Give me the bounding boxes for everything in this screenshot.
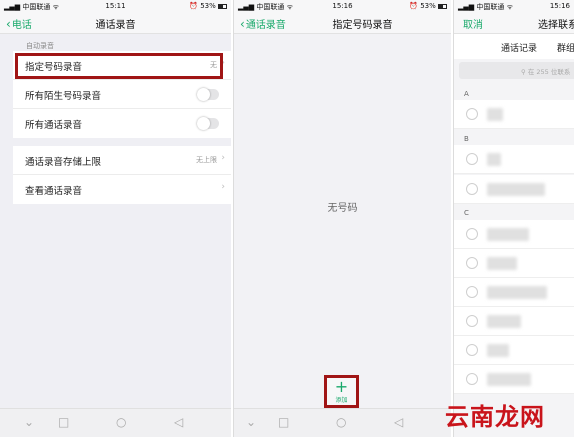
recents-square-icon[interactable]: □ [278,415,289,429]
recents-square-icon[interactable]: □ [58,415,69,429]
plus-icon: + [334,377,349,396]
blurred-contact-name [487,108,503,121]
section-letter-a: A [464,90,469,98]
list-item[interactable] [454,278,574,307]
tab-call-log[interactable]: 通话记录 [501,41,537,54]
blurred-contact-name [487,286,547,299]
chevron-right-icon: › [221,153,225,163]
blurred-contact-name [487,153,501,166]
radio-icon[interactable] [466,228,478,240]
select-contact-screen: ▂▄▆ 中国联通 ᯤ 15:16 取消 选择联系 通话记录 群组 ⚲ 在 255… [453,0,574,437]
alarm-icon: ⏰ [189,2,198,10]
status-bar: ▂▄▆ 中国联通 ᯤ 15:16 ⏰ 53% [234,0,451,12]
radio-icon[interactable] [466,344,478,356]
cancel-button[interactable]: 取消 [463,16,483,31]
specified-number-screen: ▂▄▆ 中国联通 ᯤ 15:16 ⏰ 53% ‹通话录音 指定号码录音 无号码 … [233,0,451,437]
alarm-icon: ⏰ [409,2,418,10]
all-calls-toggle[interactable] [197,117,219,130]
section-letter-c: C [464,209,469,217]
battery-percent: 53% [420,2,436,10]
page-title: 通话录音 [95,20,136,31]
list-item[interactable] [454,145,574,174]
list-item[interactable] [454,220,574,249]
chevron-right-icon: › [221,182,225,192]
radio-icon[interactable] [466,286,478,298]
row-value: 无 [210,61,217,69]
page-title: 指定号码录音 [332,20,393,31]
list-item[interactable] [454,307,574,336]
radio-icon[interactable] [466,373,478,385]
row-all-calls-recording: 所有通话录音 [13,109,231,138]
wifi-icon: ᯤ [506,3,514,11]
add-number-button[interactable]: + 添加 [324,375,359,408]
list-item[interactable] [454,175,574,204]
radio-icon[interactable] [466,153,478,165]
system-nav-bar: ⌄ □ ○ ◁ [234,408,451,437]
section-label-auto-record: 自动录音 [26,42,54,50]
status-bar: ▂▄▆ 中国联通 ᯤ 15:11 ⏰ 53% [0,0,231,12]
unknown-number-toggle[interactable] [197,88,219,101]
row-unknown-number-recording: 所有陌生号码录音 [13,80,231,109]
status-bar: ▂▄▆ 中国联通 ᯤ 15:16 [454,0,574,12]
contact-tabs: 通话记录 群组 [454,34,574,59]
row-view-recordings[interactable]: 查看通话录音 › [13,175,231,204]
blurred-contact-name [487,257,517,270]
signal-icon: ▂▄▆ [458,3,475,11]
row-specified-number-recording[interactable]: 指定号码录音 无 › [13,51,231,80]
blurred-contact-name [487,373,531,386]
blurred-contact-name [487,344,509,357]
list-item[interactable] [454,249,574,278]
home-circle-icon[interactable]: ○ [116,415,126,429]
battery-icon [438,3,447,9]
battery-icon [218,3,227,9]
row-value: 无上限 [196,156,217,164]
radio-icon[interactable] [466,257,478,269]
radio-icon[interactable] [466,315,478,327]
battery-percent: 53% [200,2,216,10]
blurred-contact-name [487,315,521,328]
nav-bar: 取消 选择联系 [454,12,574,34]
page-title: 选择联系 [538,20,574,31]
list-item[interactable] [454,365,574,394]
search-icon: ⚲ [521,68,526,76]
blurred-contact-name [487,228,529,241]
list-item[interactable] [454,100,574,129]
section-letter-b: B [464,135,469,143]
call-recording-screen: ▂▄▆ 中国联通 ᯤ 15:11 ⏰ 53% ‹电话 通话录音 自动录音 指定号… [0,0,231,437]
chevron-down-icon[interactable]: ⌄ [24,415,34,429]
carrier-name: 中国联通 [476,3,505,11]
back-triangle-icon[interactable]: ◁ [394,415,403,429]
system-nav-bar: ⌄ □ ○ ◁ [0,408,231,437]
watermark-logo: 云南龙网 [445,402,545,431]
auto-record-group: 指定号码录音 无 › 所有陌生号码录音 所有通话录音 [13,51,231,138]
status-time: 15:16 [549,2,570,10]
chevron-down-icon[interactable]: ⌄ [246,415,256,429]
radio-icon[interactable] [466,108,478,120]
blurred-contact-name [487,183,545,196]
home-circle-icon[interactable]: ○ [336,415,346,429]
chevron-left-icon: ‹ [240,17,245,31]
storage-group: 通话录音存储上限 无上限 › 查看通话录音 › [13,146,231,204]
nav-bar: ‹通话录音 指定号码录音 [234,12,451,34]
row-storage-limit[interactable]: 通话录音存储上限 无上限 › [13,146,231,175]
nav-bar: ‹电话 通话录音 [0,12,231,34]
chevron-right-icon: › [221,58,225,68]
tab-groups[interactable]: 群组 [557,41,574,54]
back-triangle-icon[interactable]: ◁ [174,415,183,429]
list-item[interactable] [454,336,574,365]
empty-state-text: 无号码 [327,203,358,214]
search-input[interactable]: ⚲ 在 255 位联系 [459,62,574,79]
radio-icon[interactable] [466,183,478,195]
